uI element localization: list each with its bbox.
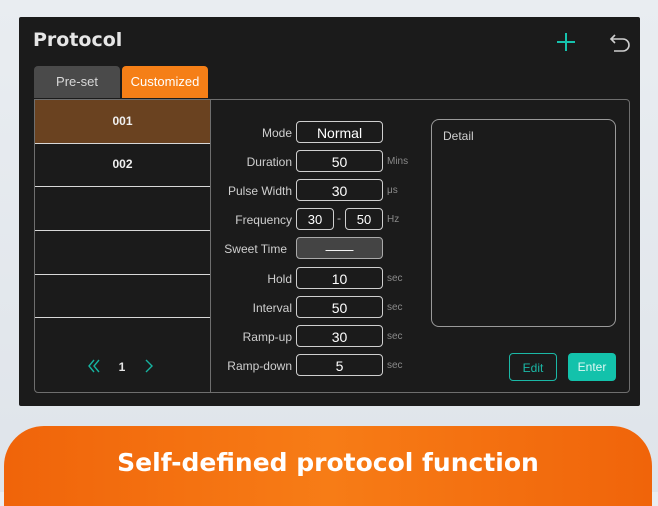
next-page-button[interactable] [142,358,156,374]
duration-unit: Mins [387,156,409,167]
tab-customized[interactable]: Customized [122,66,208,98]
ramp-up-unit: sec [387,331,403,342]
enter-button[interactable]: Enter [568,353,616,381]
chevron-left-icon [88,359,100,373]
pulse-width-label: Pulse Width [227,184,292,198]
pulse-width-unit: μs [387,185,398,196]
mode-label: Mode [261,126,292,140]
frequency-min-field[interactable]: 30 [296,208,334,230]
back-arrow-icon [609,34,630,52]
frequency-label: Frequency [235,213,292,227]
pulse-width-field[interactable]: 30 [296,179,383,201]
ramp-up-label: Ramp-up [242,330,292,344]
page-title: Protocol [33,29,123,51]
ramp-up-field[interactable]: 30 [296,325,383,347]
interval-label: Interval [252,301,292,315]
interval-unit: sec [387,302,403,313]
chevron-right-icon [145,359,153,373]
tab-preset[interactable]: Pre-set [34,66,120,98]
mode-select[interactable]: Normal [296,121,383,143]
frequency-unit: Hz [387,214,400,225]
add-protocol-button[interactable] [555,31,577,53]
back-button[interactable] [609,31,631,53]
ramp-down-field[interactable]: 5 [296,354,383,376]
detail-title: Detail [443,129,474,143]
detail-box: Detail [431,119,616,327]
ramp-down-unit: sec [387,360,403,371]
device-screen: Protocol Pre-set Customized 001 002 1 Mo… [19,17,640,406]
prev-page-button[interactable] [87,358,101,374]
frequency-separator: - [337,211,341,225]
protocol-panel: 001 002 1 Mode Normal Duration 50 Mins P… [34,99,630,393]
feature-banner: Self-defined protocol function [4,426,652,506]
plus-icon [557,33,575,51]
frequency-max-field[interactable]: 50 [345,208,383,230]
ramp-down-label: Ramp-down [227,359,292,373]
interval-field[interactable]: 50 [296,296,383,318]
hold-label: Hold [267,272,292,286]
sweet-time-label: Sweet Time [224,242,287,256]
hold-unit: sec [387,273,403,284]
duration-field[interactable]: 50 [296,150,383,172]
sweet-time-field[interactable]: —— [296,237,383,259]
duration-label: Duration [246,155,292,169]
page-number: 1 [118,360,126,374]
edit-button[interactable]: Edit [509,353,557,381]
hold-field[interactable]: 10 [296,267,383,289]
banner-text: Self-defined protocol function [117,448,539,477]
